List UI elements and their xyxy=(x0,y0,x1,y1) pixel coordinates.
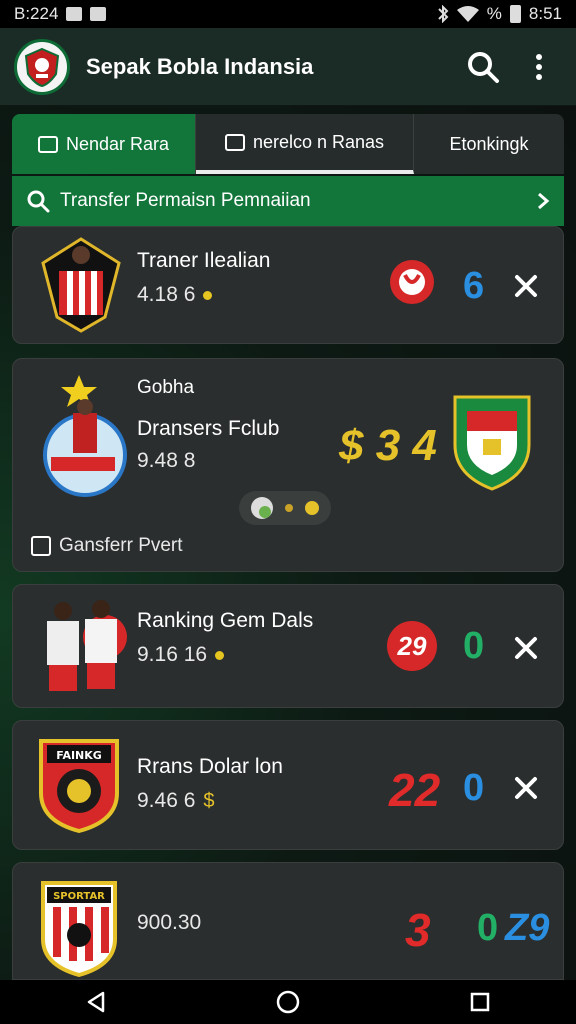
status-dot-icon xyxy=(203,290,213,300)
club-crest-icon xyxy=(43,375,127,497)
card-subtitle: Gobha xyxy=(137,377,195,398)
card-title: Traner Ilealian xyxy=(137,249,271,272)
card-title: Ranking Gem Dals xyxy=(137,609,314,632)
notification-icon xyxy=(66,7,83,21)
tab-nendar-rara[interactable]: Nendar Rara xyxy=(12,114,196,174)
card-meta-value: 9.16 16 xyxy=(137,643,208,666)
card-title: Rrans Dolar lon xyxy=(137,755,283,778)
transfer-card[interactable]: Traner Ilealian 4.18 6 6 xyxy=(12,226,564,344)
status-time-right: 8:51 xyxy=(528,4,562,23)
score-value: 6 xyxy=(463,265,485,307)
app-bar: Sepak Bobla Indansia xyxy=(0,28,576,106)
search-label: Transfer Permaisn Pemnaiian xyxy=(60,190,311,211)
card-meta: 9.16 16 xyxy=(137,643,225,667)
system-nav-bar xyxy=(0,980,576,1024)
score-badge-value: 29 xyxy=(397,630,427,661)
transfer-card[interactable]: FAINKG Rrans Dolar lon 9.46 6 $ 22 0 xyxy=(12,720,564,850)
home-icon xyxy=(276,990,300,1014)
home-button[interactable] xyxy=(268,982,308,1022)
app-logo xyxy=(14,38,70,95)
transfer-card[interactable]: Gobha Dransers Fclub 9.48 8 $ 3 4 Gansfe… xyxy=(12,358,564,572)
club-badge-icon xyxy=(390,260,434,304)
battery-percent: % xyxy=(486,4,502,23)
score-badge-value: 3 xyxy=(405,904,431,956)
card-title: Dransers Fclub xyxy=(137,417,280,440)
recents-icon xyxy=(470,992,490,1012)
card-meta-value: 9.46 6 xyxy=(137,789,196,812)
more-vert-icon xyxy=(536,53,542,80)
club-badge-icon: 29 xyxy=(387,621,437,671)
club-crest-icon xyxy=(453,395,531,491)
card-meta: 9.46 6 $ xyxy=(137,789,215,813)
card-meta: 9.48 8 xyxy=(137,449,195,473)
bluetooth-icon xyxy=(438,5,449,23)
more-options-button[interactable] xyxy=(516,44,562,90)
recents-button[interactable] xyxy=(460,982,500,1022)
app-title: Sepak Bobla Indansia xyxy=(86,53,314,79)
coin-icon: $ xyxy=(203,789,215,812)
calendar-icon xyxy=(37,135,58,153)
tab-bar: Nendar Rara nerelco n Ranas Etonkingk xyxy=(12,114,564,174)
status-time-left: B:224 xyxy=(14,4,59,23)
search-icon xyxy=(27,190,50,213)
transfer-icon xyxy=(224,133,245,151)
tab-nerelco-ranas[interactable]: nerelco n Ranas xyxy=(196,114,414,174)
crest-label: FAINKG xyxy=(56,749,102,762)
wifi-icon xyxy=(456,6,479,22)
close-icon[interactable] xyxy=(511,633,541,663)
transfer-search-row[interactable]: Transfer Permaisn Pemnaiian xyxy=(12,176,564,226)
search-icon xyxy=(468,51,499,83)
score-value: $ 3 4 xyxy=(339,421,437,470)
back-button[interactable] xyxy=(76,982,116,1022)
search-button[interactable] xyxy=(460,44,506,90)
ball-icon xyxy=(250,497,273,519)
card-meta: 900.30 xyxy=(137,911,201,935)
checkbox[interactable] xyxy=(31,536,51,556)
close-icon[interactable] xyxy=(511,271,541,301)
status-bar: B:224 % 8:51 xyxy=(0,0,576,28)
card-meta: 4.18 6 xyxy=(137,283,213,307)
club-crest-icon xyxy=(41,237,121,333)
players-photo-icon xyxy=(47,600,127,691)
battery-icon xyxy=(509,5,521,23)
status-dot-icon xyxy=(215,650,225,660)
crest-label: SPORTAR xyxy=(53,891,105,902)
spark-icon xyxy=(284,504,293,512)
score-value: 0 xyxy=(463,767,485,809)
score-value: 0 xyxy=(463,625,485,667)
tab-label: Nendar Rara xyxy=(65,133,170,154)
card-meta-value: 4.18 6 xyxy=(137,283,196,306)
chevron-right-icon xyxy=(538,192,550,210)
card-meta-value: 900.30 xyxy=(137,911,202,934)
close-icon[interactable] xyxy=(511,773,541,803)
tab-label: Etonkingk xyxy=(449,133,529,154)
tab-label: nerelco n Ranas xyxy=(252,131,385,152)
score-value: 0 xyxy=(477,907,499,949)
club-crest-icon: FAINKG xyxy=(39,739,119,834)
shield-icon xyxy=(90,7,107,21)
medal-icon xyxy=(305,501,320,515)
club-crest-icon: SPORTAR xyxy=(41,881,117,977)
score-badge-value: 22 xyxy=(389,764,441,816)
score-extra: Z9 xyxy=(505,907,550,949)
checkbox-label: Gansferr Pvert xyxy=(59,535,183,556)
checkbox-row[interactable]: Gansferr Pvert xyxy=(31,535,183,557)
reaction-strip[interactable] xyxy=(239,491,331,525)
tab-ranking[interactable]: Etonkingk xyxy=(414,114,564,174)
back-icon xyxy=(87,991,105,1013)
transfer-card[interactable]: SPORTAR 900.30 3 0 Z9 xyxy=(12,862,564,980)
transfer-card[interactable]: Ranking Gem Dals 9.16 16 29 0 xyxy=(12,584,564,708)
card-meta-value: 9.48 8 xyxy=(137,449,196,472)
